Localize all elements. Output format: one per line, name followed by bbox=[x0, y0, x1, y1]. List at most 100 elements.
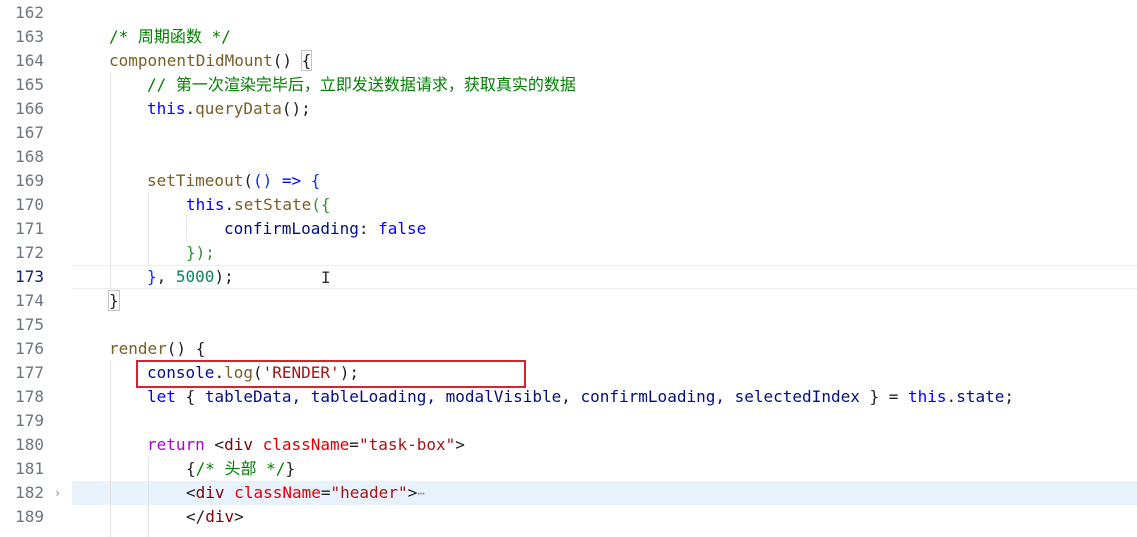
code-number: 5000 bbox=[175, 267, 215, 286]
code-comment: /* 头部 */ bbox=[195, 459, 286, 478]
code-property: confirmLoading bbox=[224, 219, 359, 238]
line-number: 168 bbox=[15, 147, 44, 166]
line-number-active: 173 bbox=[15, 267, 44, 286]
code-area[interactable]: /* 周期函数 */ componentDidMount() { // 第一次渲… bbox=[72, 0, 1137, 537]
code-punct: < bbox=[204, 435, 225, 454]
code-punct: > bbox=[234, 507, 244, 526]
code-punct: ( bbox=[311, 195, 321, 214]
code-brace-matched: { bbox=[300, 50, 313, 71]
code-variables: tableData, tableLoading, modalVisible, c… bbox=[204, 387, 860, 406]
line-number: 175 bbox=[15, 315, 44, 334]
line-number: 172 bbox=[15, 243, 44, 262]
line-number: 180 bbox=[15, 435, 44, 454]
line-number: 181 bbox=[15, 459, 44, 478]
code-punct: () bbox=[252, 171, 273, 190]
code-punct: : bbox=[358, 219, 379, 238]
code-punct: . bbox=[185, 99, 196, 118]
annotation-highlight-box bbox=[136, 360, 526, 388]
code-tag: div bbox=[205, 507, 235, 526]
code-punct: ); bbox=[195, 243, 215, 262]
code-function: render bbox=[109, 339, 167, 358]
line-number: 189 bbox=[15, 507, 44, 526]
line-number: 162 bbox=[15, 3, 44, 22]
line-number: 166 bbox=[15, 99, 44, 118]
code-brace: { bbox=[320, 195, 331, 214]
line-number: 179 bbox=[15, 411, 44, 430]
line-number: 164 bbox=[15, 51, 44, 70]
chevron-right-icon[interactable]: › bbox=[54, 481, 64, 505]
code-line-170: this.setState({ bbox=[72, 193, 1137, 217]
line-number: 169 bbox=[15, 171, 44, 190]
line-number: 163 bbox=[15, 27, 44, 46]
code-line-178: let { tableData, tableLoading, modalVisi… bbox=[72, 385, 1137, 409]
code-punct: ; bbox=[1004, 387, 1014, 406]
code-string: "task-box" bbox=[358, 435, 456, 454]
folded-ellipsis-icon[interactable]: ⋯ bbox=[417, 487, 424, 501]
code-attribute: className bbox=[224, 483, 321, 502]
code-punct: , bbox=[156, 267, 176, 286]
code-function: setTimeout bbox=[147, 171, 244, 190]
code-punct: ); bbox=[214, 267, 234, 286]
code-tag: div bbox=[195, 483, 225, 502]
code-tag: div bbox=[224, 435, 253, 454]
code-line-164: componentDidMount() { bbox=[72, 49, 1137, 73]
code-property: state bbox=[956, 387, 1005, 406]
code-line-171: confirmLoading: false bbox=[72, 217, 1137, 241]
code-line-182: <div className="header">⋯ bbox=[72, 481, 1137, 505]
code-keyword: return bbox=[147, 435, 205, 454]
code-comment: /* 周期函数 */ bbox=[109, 27, 231, 46]
code-brace: } bbox=[186, 243, 196, 262]
code-line-180: return <div className="task-box"> bbox=[72, 433, 1137, 457]
code-line-163: /* 周期函数 */ bbox=[72, 25, 1137, 49]
line-number: 176 bbox=[15, 339, 44, 358]
line-number: 170 bbox=[15, 195, 44, 214]
line-number: 182 bbox=[15, 483, 44, 502]
code-function: queryData bbox=[195, 99, 282, 118]
code-keyword: this bbox=[908, 387, 947, 406]
code-punct: </ bbox=[186, 507, 206, 526]
code-punct: } = bbox=[859, 387, 909, 406]
code-function: setState bbox=[234, 195, 312, 214]
code-string: "header" bbox=[330, 483, 408, 502]
code-keyword: false bbox=[378, 219, 427, 238]
code-punct: () bbox=[272, 51, 293, 70]
code-brace: { bbox=[186, 459, 196, 478]
code-line-176: render() { bbox=[72, 337, 1137, 361]
line-number: 174 bbox=[15, 291, 44, 310]
code-punct: < bbox=[186, 483, 196, 502]
code-punct: = bbox=[320, 483, 331, 502]
code-punct: > bbox=[407, 483, 418, 502]
code-punct: () bbox=[166, 339, 187, 358]
line-number-gutter: 162 163 164 165 166 167 168 169 170 171 … bbox=[0, 0, 70, 537]
code-line-174: } bbox=[72, 289, 1137, 313]
code-line-172: }); bbox=[72, 241, 1137, 265]
code-keyword: let bbox=[147, 387, 176, 406]
line-number: 167 bbox=[15, 123, 44, 142]
line-number: 165 bbox=[15, 75, 44, 94]
code-keyword: this bbox=[186, 195, 225, 214]
code-punct: . bbox=[224, 195, 235, 214]
code-editor[interactable]: 162 163 164 165 166 167 168 169 170 171 … bbox=[0, 0, 1137, 537]
code-punct: = bbox=[349, 435, 359, 454]
code-operator: => bbox=[272, 171, 311, 190]
code-punct: { bbox=[175, 387, 205, 406]
code-punct: . bbox=[946, 387, 957, 406]
code-punct: ( bbox=[243, 171, 253, 190]
code-brace-matched: } bbox=[108, 290, 120, 311]
code-keyword: this bbox=[147, 99, 186, 118]
line-number: 177 bbox=[15, 363, 44, 382]
code-brace: { bbox=[195, 339, 206, 358]
code-punct: > bbox=[455, 435, 465, 454]
code-line-173: }, 5000); bbox=[72, 265, 1137, 289]
code-line-181: {/* 头部 */} bbox=[72, 457, 1137, 481]
code-attribute: className bbox=[252, 435, 350, 454]
code-function: componentDidMount bbox=[109, 51, 273, 70]
code-brace: { bbox=[310, 171, 321, 190]
code-line-169: setTimeout(() => { bbox=[72, 169, 1137, 193]
line-number: 178 bbox=[15, 387, 44, 406]
code-brace: } bbox=[147, 267, 157, 286]
code-punct: (); bbox=[281, 99, 311, 118]
code-brace: } bbox=[285, 459, 296, 478]
text-cursor-icon: I bbox=[321, 268, 331, 287]
code-comment: // 第一次渲染完毕后，立即发送数据请求，获取真实的数据 bbox=[147, 75, 576, 94]
